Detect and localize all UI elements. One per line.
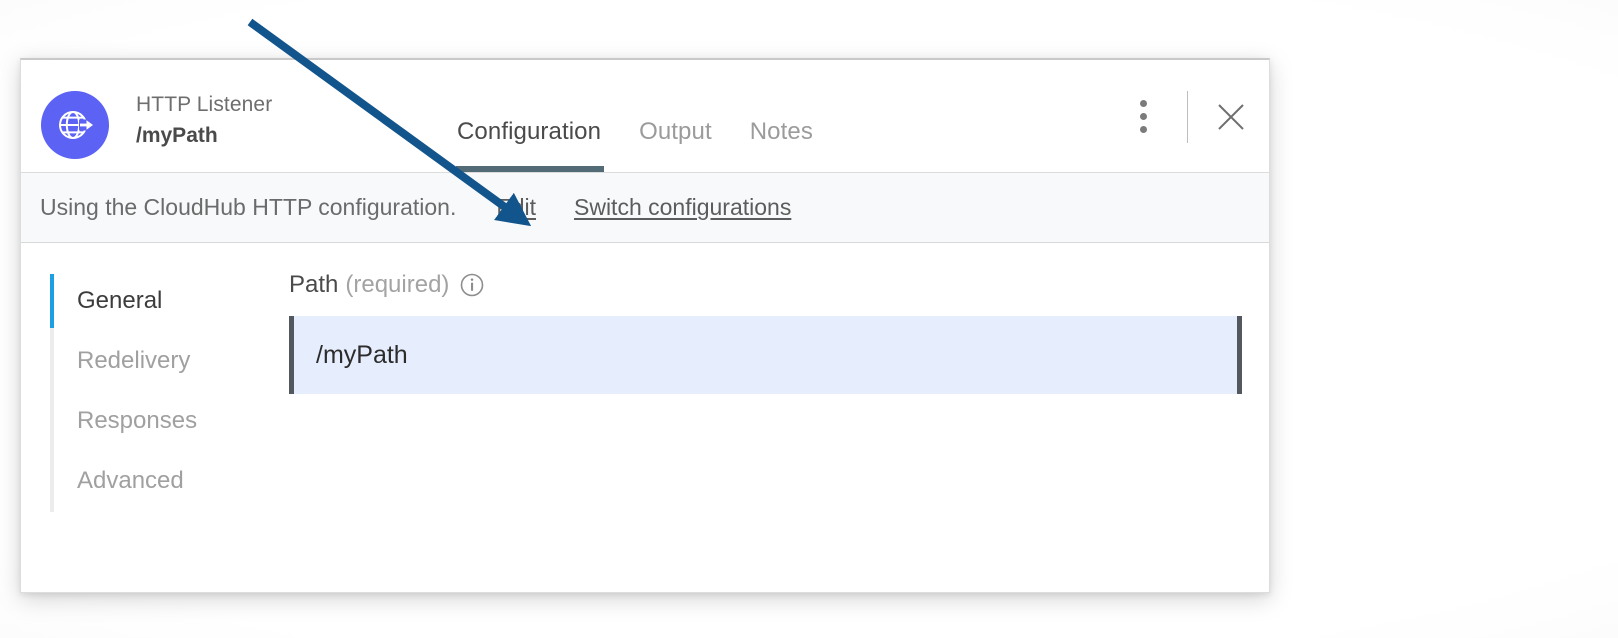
- tab-configuration[interactable]: Configuration: [455, 118, 605, 172]
- sidebar-item-responses-label: Responses: [77, 407, 198, 434]
- sidebar-item-advanced[interactable]: Advanced: [50, 451, 289, 511]
- sidebar-item-general-label: General: [77, 287, 163, 314]
- sidebar-item-redelivery-label: Redelivery: [77, 347, 191, 374]
- sidebar-item-responses[interactable]: Responses: [50, 391, 289, 451]
- path-field-label-row: Path (required): [289, 271, 1242, 299]
- panel-body: General Redelivery Responses Advanced Pa…: [21, 243, 1269, 592]
- header-divider: [1187, 90, 1188, 143]
- sidebar-item-redelivery[interactable]: Redelivery: [50, 331, 289, 391]
- switch-configurations-link[interactable]: Switch configurations: [574, 194, 791, 221]
- form-area: Path (required) /myPath: [289, 271, 1269, 592]
- kebab-dot: [1139, 100, 1147, 107]
- kebab-dot: [1139, 113, 1147, 120]
- path-input-value: /myPath: [316, 340, 408, 369]
- property-panel: HTTP Listener /myPath Configuration Outp…: [20, 58, 1270, 593]
- configuration-message: Using the CloudHub HTTP configuration.: [40, 194, 457, 220]
- kebab-menu-icon[interactable]: [1121, 93, 1165, 141]
- panel-header: HTTP Listener /myPath Configuration Outp…: [21, 60, 1269, 173]
- tab-output-label: Output: [639, 118, 712, 145]
- sidebar-item-advanced-label: Advanced: [77, 467, 184, 494]
- tab-output[interactable]: Output: [639, 118, 712, 172]
- panel-tabs: Configuration Output Notes: [455, 60, 813, 172]
- path-field-label: Path: [289, 271, 339, 298]
- kebab-dot: [1139, 126, 1147, 133]
- sidebar-item-general[interactable]: General: [50, 271, 289, 331]
- globe-arrow-icon: [41, 91, 109, 159]
- edit-configuration-link[interactable]: Edit: [496, 194, 536, 221]
- configuration-strip: Using the CloudHub HTTP configuration. E…: [21, 173, 1269, 243]
- tab-configuration-label: Configuration: [457, 118, 602, 145]
- header-titles: HTTP Listener /myPath: [136, 92, 272, 148]
- path-field-required-hint: (required): [345, 271, 450, 298]
- close-icon[interactable]: [1212, 98, 1250, 136]
- header-actions: [1121, 60, 1250, 173]
- component-name-label: /myPath: [136, 124, 218, 148]
- path-input[interactable]: /myPath: [289, 316, 1242, 394]
- tab-notes[interactable]: Notes: [750, 118, 813, 172]
- component-type-label: HTTP Listener: [136, 93, 273, 116]
- tab-notes-label: Notes: [749, 118, 813, 145]
- info-icon[interactable]: [460, 273, 484, 297]
- settings-side-nav: General Redelivery Responses Advanced: [21, 271, 289, 592]
